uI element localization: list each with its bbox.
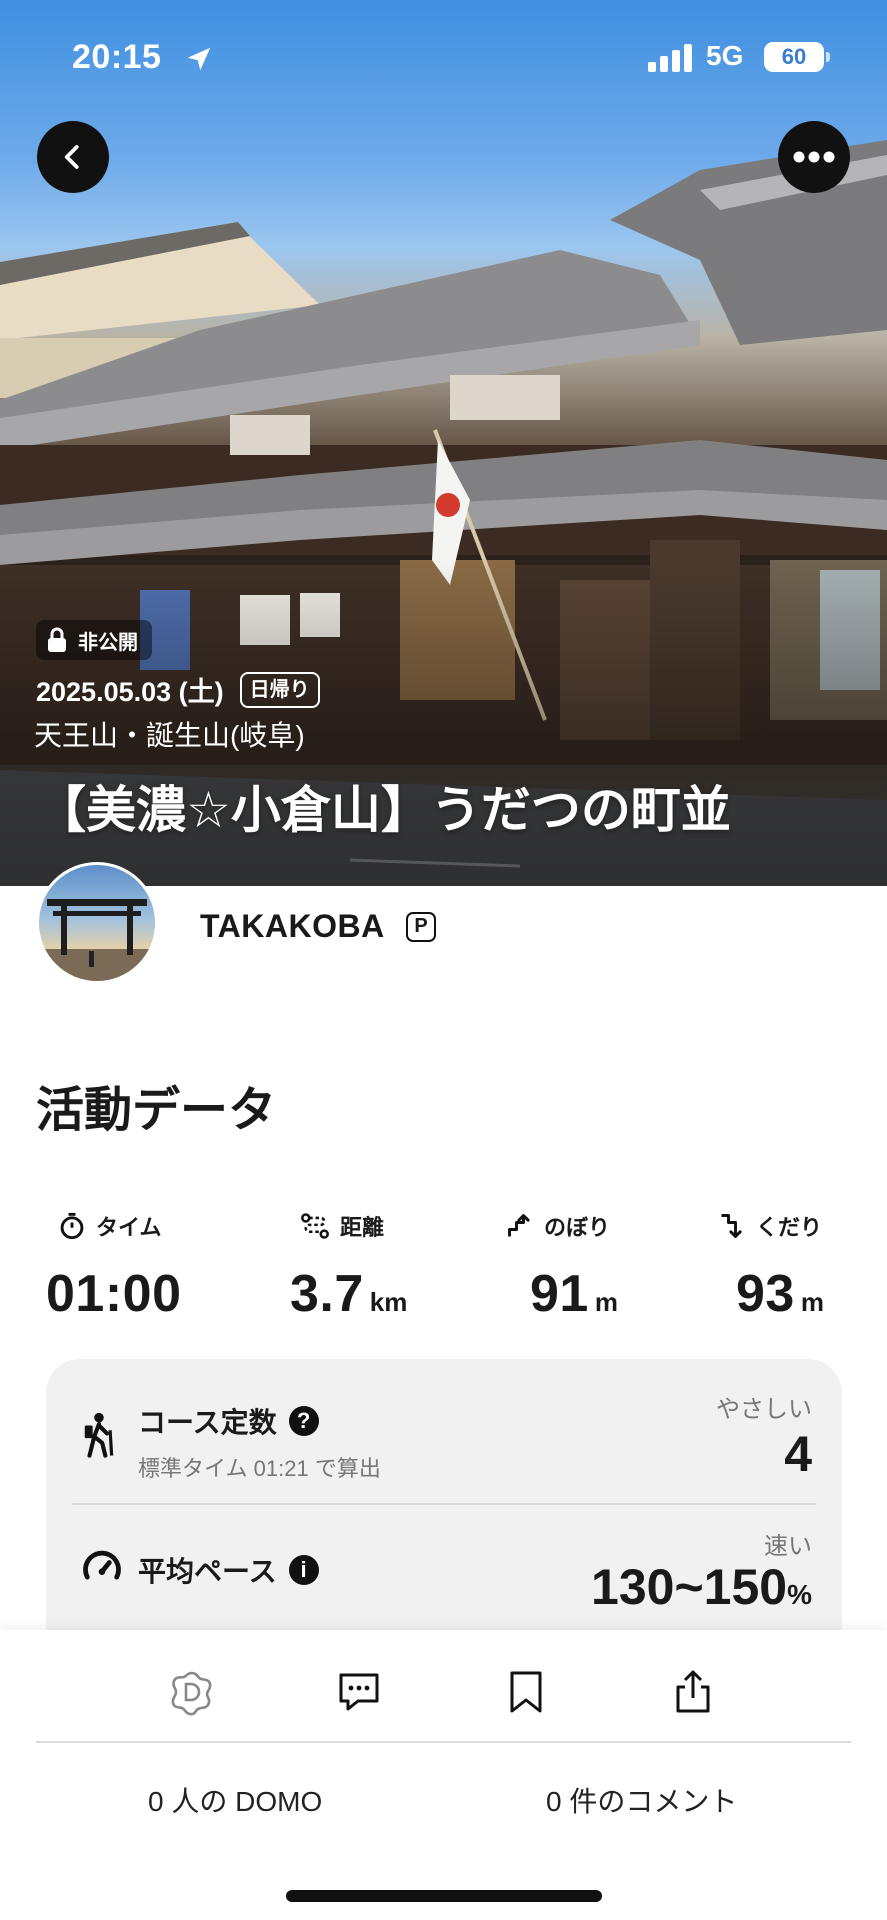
signal-icon bbox=[648, 44, 694, 77]
stat-time: タイム 01:00 bbox=[46, 1210, 278, 1324]
course-constant-row[interactable]: コース定数 ? 標準タイム 01:21 で算出 やさしい 4 bbox=[46, 1359, 842, 1503]
stat-ascent-label: のぼり bbox=[544, 1215, 611, 1240]
info-icon[interactable]: i bbox=[288, 1555, 319, 1585]
private-badge: 非公開 bbox=[36, 620, 152, 660]
descent-icon bbox=[721, 1214, 742, 1238]
stat-descent-label: くだり bbox=[756, 1215, 823, 1240]
mountain-area[interactable]: 天王山・誕生山(岐阜) bbox=[34, 714, 305, 754]
stat-ascent: のぼり 91 m bbox=[506, 1210, 726, 1324]
speedometer-icon bbox=[83, 1550, 121, 1580]
average-pace-unit: % bbox=[787, 1579, 812, 1610]
private-label: 非公開 bbox=[78, 631, 138, 654]
stat-descent-value: 93 bbox=[736, 1265, 795, 1323]
battery-tip bbox=[826, 52, 830, 62]
average-pace-value: 130~150 bbox=[591, 1559, 788, 1615]
more-dots-icon bbox=[793, 151, 835, 163]
more-options-button[interactable] bbox=[778, 121, 850, 193]
question-icon[interactable]: ? bbox=[288, 1406, 319, 1436]
location-arrow-icon bbox=[184, 44, 214, 79]
domo-icon bbox=[171, 1671, 212, 1716]
average-pace-label-row: 平均ペース i bbox=[138, 1550, 319, 1590]
course-stats-card: コース定数 ? 標準タイム 01:21 で算出 やさしい 4 平均ペース i 速… bbox=[46, 1359, 842, 1659]
comment-icon bbox=[339, 1673, 379, 1711]
back-chevron-icon bbox=[64, 145, 79, 169]
user-name[interactable]: TAKAKOBA bbox=[200, 908, 385, 945]
battery-icon: 60 bbox=[764, 42, 824, 72]
course-constant-sub: 標準タイム 01:21 で算出 bbox=[138, 1456, 381, 1481]
stat-ascent-unit: m bbox=[594, 1287, 618, 1317]
stat-distance: 距離 3.7 km bbox=[290, 1210, 520, 1324]
activity-date-row: 2025.05.03 (土) 日帰り bbox=[36, 670, 320, 709]
bookmark-button[interactable] bbox=[496, 1662, 556, 1722]
comment-button[interactable] bbox=[329, 1662, 389, 1722]
avatar[interactable] bbox=[36, 862, 158, 984]
stat-descent: くだり 93 m bbox=[718, 1210, 887, 1324]
activity-title: 【美濃☆小倉山】うだつの町並 bbox=[36, 782, 731, 838]
share-icon bbox=[676, 1670, 710, 1713]
stat-ascent-value: 91 bbox=[530, 1265, 589, 1323]
home-indicator[interactable] bbox=[286, 1890, 602, 1902]
status-bar: 20:15 5G 60 bbox=[0, 38, 887, 82]
stat-distance-unit: km bbox=[369, 1287, 408, 1317]
route-icon bbox=[301, 1213, 329, 1239]
course-constant-label: コース定数 bbox=[138, 1407, 277, 1438]
activity-date: 2025.05.03 (土) bbox=[36, 677, 224, 707]
course-constant-rating: やさしい bbox=[716, 1396, 812, 1423]
bottom-action-bar: 0 人の DOMO 0 件のコメント bbox=[0, 1630, 887, 1920]
premium-badge: P bbox=[406, 912, 436, 942]
comment-count[interactable]: 0 件のコメント bbox=[546, 1780, 737, 1820]
status-time: 20:15 bbox=[72, 38, 162, 76]
avatar-torii-image bbox=[39, 899, 155, 981]
bottom-divider bbox=[36, 1741, 851, 1743]
network-type: 5G bbox=[706, 40, 744, 71]
day-trip-badge: 日帰り bbox=[239, 671, 320, 708]
stat-distance-label: 距離 bbox=[340, 1215, 385, 1240]
stat-descent-unit: m bbox=[800, 1287, 824, 1317]
domo-count[interactable]: 0 人の DOMO bbox=[148, 1780, 322, 1820]
hiker-icon bbox=[84, 1412, 114, 1458]
course-constant-value: 4 bbox=[784, 1426, 812, 1482]
share-button[interactable] bbox=[663, 1662, 723, 1722]
stopwatch-icon bbox=[60, 1212, 84, 1240]
domo-button[interactable] bbox=[162, 1662, 222, 1722]
stat-distance-value: 3.7 bbox=[290, 1265, 364, 1323]
average-pace-label: 平均ペース bbox=[138, 1556, 277, 1587]
section-title: 活動データ bbox=[36, 1084, 277, 1137]
average-pace-value-wrap: 130~150% bbox=[591, 1558, 812, 1616]
course-constant-label-row: コース定数 ? bbox=[138, 1401, 319, 1441]
ascent-icon bbox=[508, 1214, 530, 1237]
back-button[interactable] bbox=[37, 121, 109, 193]
average-pace-rating: 速い bbox=[764, 1533, 812, 1560]
stat-time-value: 01:00 bbox=[46, 1265, 182, 1323]
bookmark-icon bbox=[510, 1671, 542, 1713]
lock-icon bbox=[48, 627, 66, 652]
stat-time-label: タイム bbox=[96, 1215, 162, 1240]
